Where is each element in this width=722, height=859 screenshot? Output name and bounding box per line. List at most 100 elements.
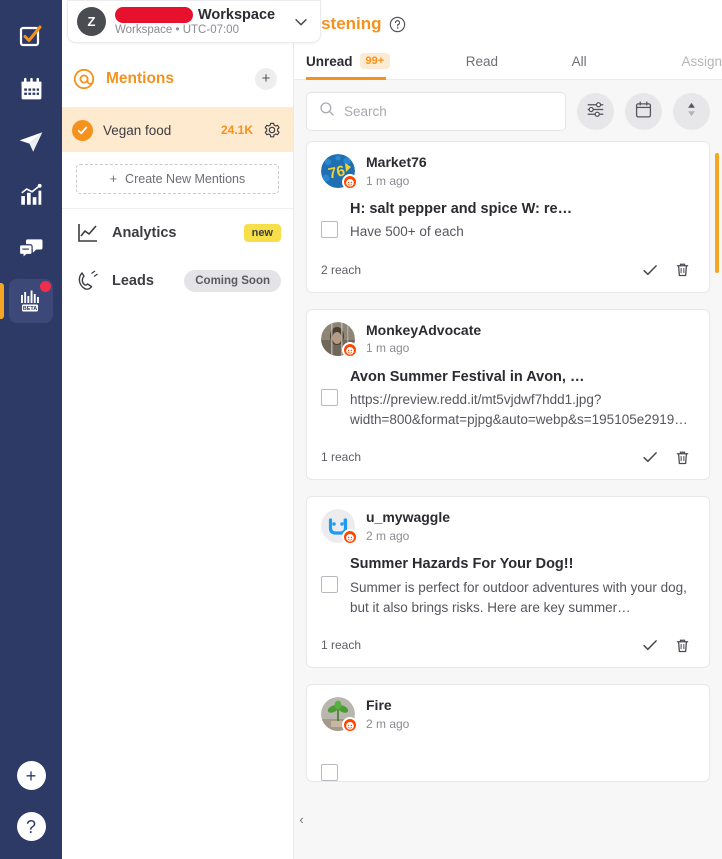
collapse-panel-button[interactable]: ‹ bbox=[294, 797, 309, 841]
create-mentions-wrap: + Create New Mentions bbox=[62, 152, 293, 209]
add-button[interactable]: + bbox=[16, 761, 46, 790]
card-footer: 2 reach bbox=[321, 257, 695, 292]
card-select-checkbox[interactable] bbox=[321, 764, 338, 782]
line-chart-icon bbox=[76, 221, 100, 245]
sidebar-item-analytics[interactable]: Analytics new bbox=[62, 209, 293, 257]
tab-read[interactable]: Read bbox=[466, 44, 572, 79]
mark-read-icon[interactable] bbox=[637, 444, 663, 470]
mention-card[interactable]: Fire 2 m ago bbox=[306, 684, 710, 783]
card-select-checkbox[interactable] bbox=[321, 221, 338, 238]
calendar-icon bbox=[19, 77, 44, 102]
workspace-subtitle: Workspace • UTC-07:00 bbox=[115, 24, 239, 36]
card-text: Avon Summer Festival in Avon, … https://… bbox=[350, 367, 695, 431]
card-reach: 1 reach bbox=[321, 638, 362, 653]
secondary-sidebar: Mentions + Vegan food 24.1K + Create New bbox=[62, 0, 294, 859]
bar-chart-icon bbox=[18, 182, 44, 208]
mention-card[interactable]: MonkeyAdvocate 1 m ago Avon Summer Festi… bbox=[306, 308, 710, 481]
card-author: Market76 bbox=[366, 154, 427, 170]
card-author: MonkeyAdvocate bbox=[366, 321, 482, 338]
mark-read-icon[interactable] bbox=[637, 257, 663, 283]
rail-item-listening[interactable]: BETA bbox=[0, 279, 53, 323]
main-panel: Listening Unread 99+ Read All Assign Sea… bbox=[294, 0, 722, 859]
card-text: Summer Hazards For Your Dog!! Summer is … bbox=[350, 554, 695, 618]
workspace-texts: Workspace Workspace • UTC-07:00 bbox=[115, 7, 283, 36]
card-timestamp: 2 m ago bbox=[366, 528, 410, 543]
rail-item-analytics[interactable] bbox=[9, 173, 53, 217]
tab-unread[interactable]: Unread 99+ bbox=[306, 44, 466, 80]
sidebar-item-vegan-food[interactable]: Vegan food 24.1K bbox=[62, 108, 293, 152]
help-button[interactable]: ? bbox=[16, 812, 46, 841]
checkbox-icon bbox=[18, 23, 44, 49]
rail-item-tasks[interactable] bbox=[9, 14, 53, 58]
card-reach: 1 reach bbox=[321, 450, 362, 465]
card-text bbox=[350, 742, 695, 745]
create-new-mentions-button[interactable]: + Create New Mentions bbox=[76, 164, 279, 194]
at-icon bbox=[72, 67, 96, 91]
mention-card[interactable]: 76 Market76 1 m ago H: salt pepper and s… bbox=[306, 141, 710, 293]
gear-icon[interactable] bbox=[263, 121, 281, 139]
card-title: Summer Hazards For Your Dog!! bbox=[350, 556, 574, 573]
listening-beta-icon: BETA bbox=[17, 287, 45, 315]
mention-card[interactable]: u_mywaggle 2 m ago Summer Hazards For Yo… bbox=[306, 496, 710, 669]
card-author-block: Fire 2 m ago bbox=[366, 697, 409, 731]
feed-scrollbar-thumb[interactable] bbox=[715, 153, 719, 273]
reddit-badge-icon bbox=[342, 529, 358, 546]
title-row: Listening bbox=[306, 14, 722, 34]
magnet-icon bbox=[76, 269, 100, 293]
tab-all[interactable]: All bbox=[572, 44, 682, 79]
card-select-checkbox[interactable] bbox=[321, 576, 338, 594]
card-body: Avon Summer Festival in Avon, … https://… bbox=[321, 367, 695, 431]
rail-item-publish[interactable] bbox=[9, 120, 53, 164]
filter-button[interactable] bbox=[577, 93, 614, 130]
chevron-down-icon[interactable] bbox=[292, 13, 310, 31]
tab-all-label: All bbox=[571, 53, 587, 69]
rail-item-engage[interactable] bbox=[9, 226, 53, 270]
card-snippet: Summer is perfect for outdoor adventures… bbox=[350, 579, 687, 615]
card-author-block: u_mywaggle 2 m ago bbox=[366, 509, 450, 543]
chat-bubbles-icon bbox=[18, 235, 44, 261]
delete-icon[interactable] bbox=[669, 257, 695, 283]
reddit-badge-icon bbox=[342, 174, 358, 190]
tab-unread-badge: 99+ bbox=[359, 53, 391, 69]
delete-icon[interactable] bbox=[669, 444, 695, 470]
search-toolbar bbox=[294, 80, 722, 141]
check-circle-icon bbox=[72, 119, 93, 141]
sort-arrows-icon bbox=[683, 101, 700, 123]
reddit-badge-icon bbox=[342, 717, 358, 734]
create-new-mentions-label: Create New Mentions bbox=[125, 172, 246, 186]
card-author: u_mywaggle bbox=[366, 509, 451, 526]
workspace-avatar: Z bbox=[77, 7, 106, 36]
rail-item-calendar[interactable] bbox=[9, 67, 53, 111]
tab-bar: Unread 99+ Read All Assign bbox=[294, 44, 722, 80]
avatar bbox=[321, 321, 358, 358]
sidebar-item-leads[interactable]: Leads Coming Soon bbox=[62, 257, 293, 305]
mark-read-icon[interactable] bbox=[637, 632, 663, 658]
app-root: BETA + ? Mentions + Vegan food 24.1K + C… bbox=[0, 0, 722, 859]
mentions-feed[interactable]: 76 Market76 1 m ago H: salt pepper and s… bbox=[294, 141, 722, 859]
calendar-icon bbox=[634, 100, 653, 124]
mentions-title: Mentions bbox=[106, 69, 175, 87]
mention-label: Vegan food bbox=[103, 122, 172, 138]
paper-plane-icon bbox=[18, 129, 44, 155]
workspace-switcher[interactable]: Z Workspace Workspace • UTC-07:00 bbox=[67, 0, 321, 43]
delete-icon[interactable] bbox=[669, 632, 695, 658]
main-header: Listening bbox=[294, 0, 722, 44]
card-title: H: salt pepper and spice W: re… bbox=[350, 201, 573, 217]
sidebar-label-analytics: Analytics bbox=[112, 225, 177, 241]
card-reach: 2 reach bbox=[321, 262, 362, 277]
card-select-checkbox[interactable] bbox=[321, 388, 338, 406]
search-box[interactable] bbox=[306, 92, 566, 131]
sort-button[interactable] bbox=[673, 93, 710, 130]
tab-assign[interactable]: Assign bbox=[681, 44, 722, 79]
date-button[interactable] bbox=[625, 93, 662, 130]
card-body: H: salt pepper and spice W: re… Have 500… bbox=[321, 199, 695, 243]
help-icon[interactable] bbox=[389, 16, 406, 33]
add-mention-button[interactable]: + bbox=[255, 67, 277, 90]
avatar bbox=[321, 697, 358, 734]
card-snippet: Have 500+ of each bbox=[350, 224, 464, 240]
card-timestamp: 1 m ago bbox=[366, 173, 410, 188]
search-input[interactable] bbox=[344, 104, 553, 119]
card-author-block: Market76 1 m ago bbox=[366, 154, 427, 188]
card-body: Summer Hazards For Your Dog!! Summer is … bbox=[321, 554, 695, 618]
card-body bbox=[321, 742, 695, 782]
